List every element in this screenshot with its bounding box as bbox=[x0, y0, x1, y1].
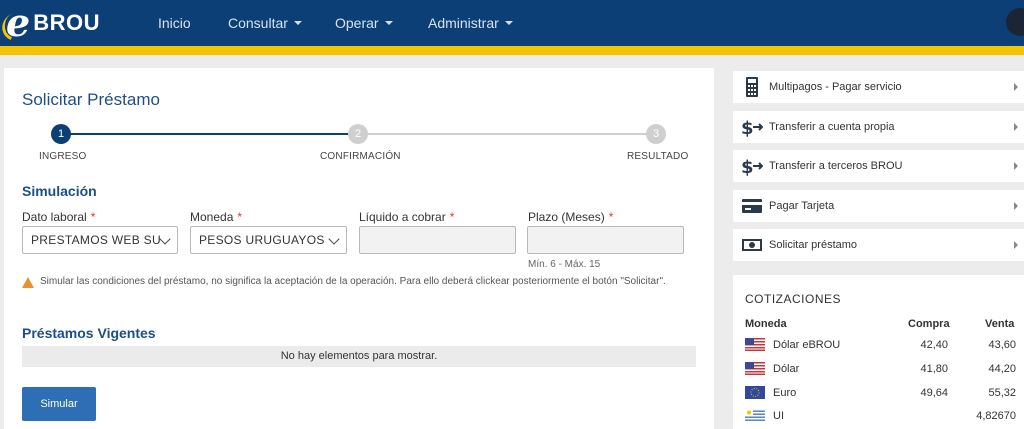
rate-buy: 41,80 bbox=[920, 363, 948, 375]
nav-consultar[interactable]: Consultar bbox=[228, 0, 302, 46]
nav-operar-label: Operar bbox=[335, 15, 379, 31]
dato-laboral-value: PRESTAMOS WEB SU bbox=[31, 233, 161, 247]
nav-consultar-label: Consultar bbox=[228, 15, 288, 31]
page-title: Solicitar Préstamo bbox=[22, 90, 160, 109]
dollar-transfer-icon: $ bbox=[741, 157, 763, 176]
quick-link-label: Pagar Tarjeta bbox=[769, 200, 835, 212]
credit-card-icon bbox=[742, 199, 762, 213]
rate-buy: 49,64 bbox=[920, 387, 948, 399]
quick-link-label: Transferir a terceros BROU bbox=[769, 160, 903, 172]
simulate-button[interactable]: Simular bbox=[22, 387, 96, 421]
dollar-transfer-icon: $ bbox=[741, 118, 763, 137]
loan-request-panel: Solicitar Préstamo 1 2 3 INGRESO CONFIRM… bbox=[4, 68, 714, 429]
eu-flag-icon bbox=[745, 386, 765, 399]
accent-stripe bbox=[0, 46, 1024, 55]
quick-link-pagar-tarjeta[interactable]: Pagar Tarjeta bbox=[733, 190, 1024, 222]
chevron-right-icon bbox=[1014, 83, 1018, 91]
svg-text:$: $ bbox=[741, 118, 754, 137]
us-flag-icon bbox=[745, 362, 765, 375]
plazo-input[interactable] bbox=[527, 226, 684, 254]
rate-name: UI bbox=[773, 410, 784, 422]
plazo-label: Plazo (Meses) * bbox=[528, 210, 614, 224]
us-flag-icon bbox=[745, 338, 765, 351]
step-1-label: INGRESO bbox=[39, 151, 87, 162]
nav-administrar[interactable]: Administrar bbox=[428, 0, 513, 46]
chevron-down-icon bbox=[159, 233, 171, 245]
step-line-done bbox=[61, 133, 358, 135]
quick-link-multipagos[interactable]: Multipagos - Pagar servicio bbox=[733, 71, 1024, 103]
quick-link-solicitar-prestamo[interactable]: Solicitar préstamo bbox=[733, 229, 1024, 261]
rate-name: Euro bbox=[773, 387, 797, 399]
rate-row: UI 4,82670 bbox=[733, 406, 1024, 426]
caret-down-icon bbox=[504, 21, 513, 25]
logo-text: BROU bbox=[33, 10, 100, 35]
quick-link-transferir-terceros[interactable]: $ Transferir a terceros BROU bbox=[733, 150, 1024, 182]
rate-row: Euro 49,64 55,32 bbox=[733, 383, 1024, 403]
chevron-right-icon bbox=[1014, 241, 1018, 249]
logo-e-mark: e bbox=[6, 0, 31, 45]
loans-title: Préstamos Vigentes bbox=[22, 325, 156, 341]
caret-down-icon bbox=[293, 21, 302, 25]
simulation-title: Simulación bbox=[22, 183, 97, 199]
banknote-icon bbox=[742, 239, 762, 251]
rates-title: COTIZACIONES bbox=[745, 292, 842, 306]
rate-sell: 43,60 bbox=[988, 339, 1016, 351]
quick-link-label: Solicitar préstamo bbox=[769, 239, 858, 251]
rates-header-currency: Moneda bbox=[745, 318, 787, 330]
caret-down-icon bbox=[384, 21, 393, 25]
plazo-hint: Mín. 6 - Máx. 15 bbox=[528, 259, 601, 270]
rate-name: Dólar eBROU bbox=[773, 339, 841, 351]
warning-icon bbox=[22, 277, 34, 288]
rate-sell: 4,82670 bbox=[976, 410, 1016, 422]
top-navbar: e BROU Inicio Consultar Operar Administr… bbox=[0, 0, 1024, 46]
rate-sell: 55,32 bbox=[988, 387, 1016, 399]
svg-text:$: $ bbox=[741, 157, 754, 176]
quick-link-label: Multipagos - Pagar servicio bbox=[769, 81, 902, 93]
stepper: 1 2 3 INGRESO CONFIRMACIÓN RESULTADO bbox=[4, 124, 714, 164]
rate-row: Dólar 41,80 44,20 bbox=[733, 359, 1024, 379]
liquido-label: Líquido a cobrar * bbox=[359, 210, 455, 224]
rate-name: Dólar bbox=[773, 363, 800, 375]
step-3-dot: 3 bbox=[646, 124, 666, 144]
step-2-dot: 2 bbox=[348, 124, 368, 144]
moneda-select[interactable]: PESOS URUGUAYOS bbox=[190, 226, 347, 254]
loans-empty-message: No hay elementos para mostrar. bbox=[22, 346, 696, 367]
step-3-label: RESULTADO bbox=[627, 151, 689, 162]
nav-operar[interactable]: Operar bbox=[335, 0, 393, 46]
moneda-label: Moneda * bbox=[190, 210, 243, 224]
chevron-right-icon bbox=[1014, 202, 1018, 210]
chevron-down-icon bbox=[328, 233, 340, 245]
quick-link-label: Transferir a cuenta propia bbox=[769, 121, 895, 133]
step-line-pending bbox=[368, 133, 656, 135]
dato-laboral-label: Dato laboral * bbox=[22, 210, 96, 224]
rate-sell: 44,20 bbox=[988, 363, 1016, 375]
rates-header-buy: Compra bbox=[908, 318, 950, 330]
liquido-input[interactable] bbox=[359, 226, 516, 254]
nav-inicio-label: Inicio bbox=[158, 15, 191, 31]
exchange-rates-panel: COTIZACIONES Moneda Compra Venta Dólar e… bbox=[733, 275, 1024, 429]
warning-text: Simular las condiciones del préstamo, no… bbox=[40, 276, 666, 287]
user-menu-button[interactable] bbox=[1006, 8, 1024, 36]
rate-buy: 42,40 bbox=[920, 339, 948, 351]
nav-inicio[interactable]: Inicio bbox=[158, 0, 191, 46]
dato-laboral-select[interactable]: PRESTAMOS WEB SU bbox=[22, 226, 178, 254]
nav-administrar-label: Administrar bbox=[428, 15, 499, 31]
step-1-dot: 1 bbox=[51, 124, 71, 144]
moneda-value: PESOS URUGUAYOS bbox=[199, 233, 325, 247]
uy-flag-icon bbox=[745, 409, 765, 422]
chevron-right-icon bbox=[1014, 162, 1018, 170]
calculator-icon bbox=[746, 77, 758, 97]
quick-link-transferir-propia[interactable]: $ Transferir a cuenta propia bbox=[733, 111, 1024, 143]
rates-header-sell: Venta bbox=[985, 318, 1015, 330]
simulation-warning: Simular las condiciones del préstamo, no… bbox=[22, 275, 692, 289]
chevron-right-icon bbox=[1014, 123, 1018, 131]
ebrou-logo[interactable]: e BROU bbox=[6, 4, 100, 42]
rate-row: Dólar eBROU 42,40 43,60 bbox=[733, 335, 1024, 355]
step-2-label: CONFIRMACIÓN bbox=[320, 151, 401, 162]
